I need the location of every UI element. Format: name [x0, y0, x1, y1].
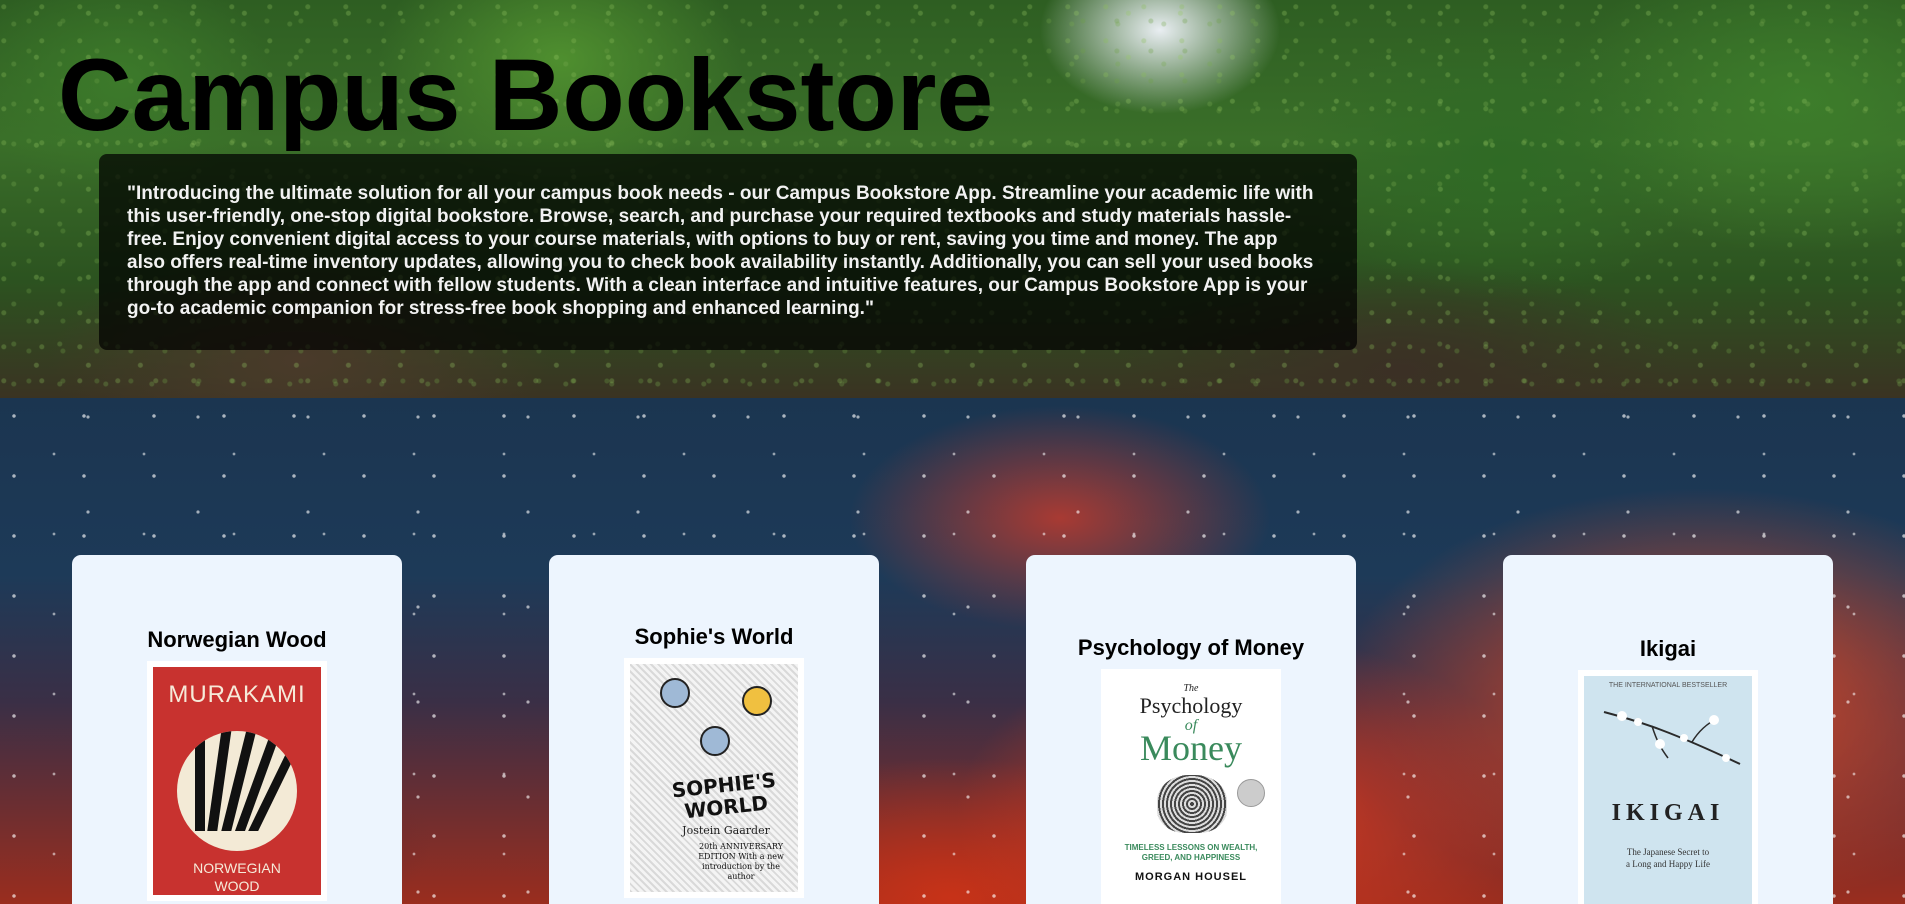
- cover-author: MORGAN HOUSEL: [1135, 871, 1247, 883]
- cover-title-money: Money: [1140, 728, 1242, 768]
- book-card-norwegian-wood[interactable]: Norwegian Wood MURAKAMI NORWEGIAN WOOD: [72, 555, 402, 904]
- book-cover-image[interactable]: The Psychology of Money TIMELESS LESSONS…: [1101, 669, 1281, 904]
- cover-banner: THE INTERNATIONAL BESTSELLER: [1608, 682, 1728, 689]
- cherry-blossom-branch-icon: [1603, 711, 1741, 765]
- cover-badge: [1237, 779, 1265, 807]
- cover-title: SOPHIE'S WORLD: [670, 767, 778, 824]
- cover-figure: [742, 686, 772, 716]
- cover-title: IKIGAI: [1611, 800, 1725, 826]
- cover-author: Jostein Gaarder: [682, 824, 770, 837]
- book-title: Norwegian Wood: [147, 627, 327, 652]
- cover-edition: 20th ANNIVERSARY EDITION With a new intr…: [698, 842, 784, 881]
- site-title: Campus Bookstore: [58, 38, 994, 152]
- cover-subtitle: The Japanese Secret to a Long and Happy …: [1626, 847, 1710, 869]
- cover-illustration: [1157, 775, 1227, 833]
- cover-author: MURAKAMI: [168, 681, 306, 708]
- cover-figure: [700, 726, 730, 756]
- book-card-ikigai[interactable]: Ikigai THE INTERNATIONAL BESTSELLER IKIG…: [1503, 555, 1833, 904]
- cover-title: NORWEGIAN WOOD: [193, 860, 281, 894]
- book-title: Ikigai: [1639, 636, 1697, 661]
- hero-banner: Campus Bookstore "Introducing the ultima…: [0, 0, 1905, 398]
- intro-text: "Introducing the ultimate solution for a…: [127, 183, 1314, 319]
- cover-figure: [660, 678, 690, 708]
- book-cover-image[interactable]: MURAKAMI NORWEGIAN WOOD: [147, 661, 327, 901]
- page: Campus Bookstore "Introducing the ultima…: [0, 0, 1905, 904]
- cover-title: Psychology: [1139, 693, 1243, 718]
- book-title: Sophie's World: [634, 624, 794, 649]
- intro-box: "Introducing the ultimate solution for a…: [99, 154, 1357, 350]
- book-card-sophies-world[interactable]: Sophie's World SOPHIE'S WORLD Jostein Ga…: [549, 555, 879, 904]
- book-cover-image[interactable]: THE INTERNATIONAL BESTSELLER IKIGAI The …: [1578, 670, 1758, 904]
- cover-subtitle: TIMELESS LESSONS ON WEALTH, GREED, AND H…: [1124, 843, 1258, 862]
- cover-illustration: [177, 731, 297, 851]
- book-cover-image[interactable]: SOPHIE'S WORLD Jostein Gaarder 20th ANNI…: [624, 658, 804, 898]
- book-title: Psychology of Money: [1077, 635, 1305, 660]
- book-card-psychology-of-money[interactable]: Psychology of Money The Psychology of Mo…: [1026, 555, 1356, 904]
